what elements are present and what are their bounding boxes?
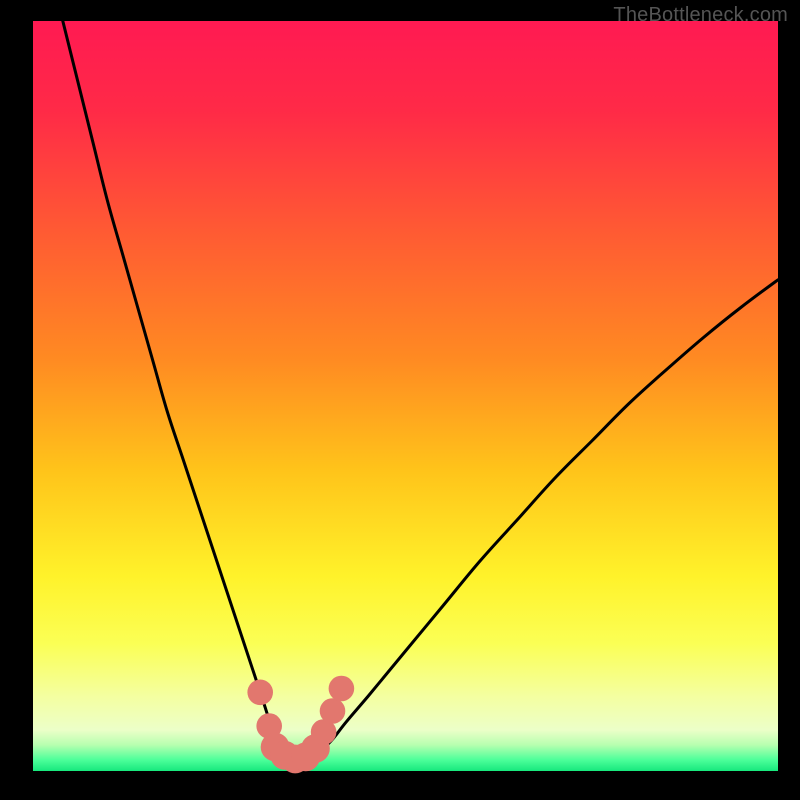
bottleneck-chart <box>0 0 800 800</box>
plot-background <box>33 21 778 771</box>
chart-frame: TheBottleneck.com <box>0 0 800 800</box>
curve-marker <box>329 676 355 702</box>
watermark-text: TheBottleneck.com <box>613 4 788 27</box>
curve-marker <box>247 680 273 706</box>
curve-marker <box>320 698 346 724</box>
